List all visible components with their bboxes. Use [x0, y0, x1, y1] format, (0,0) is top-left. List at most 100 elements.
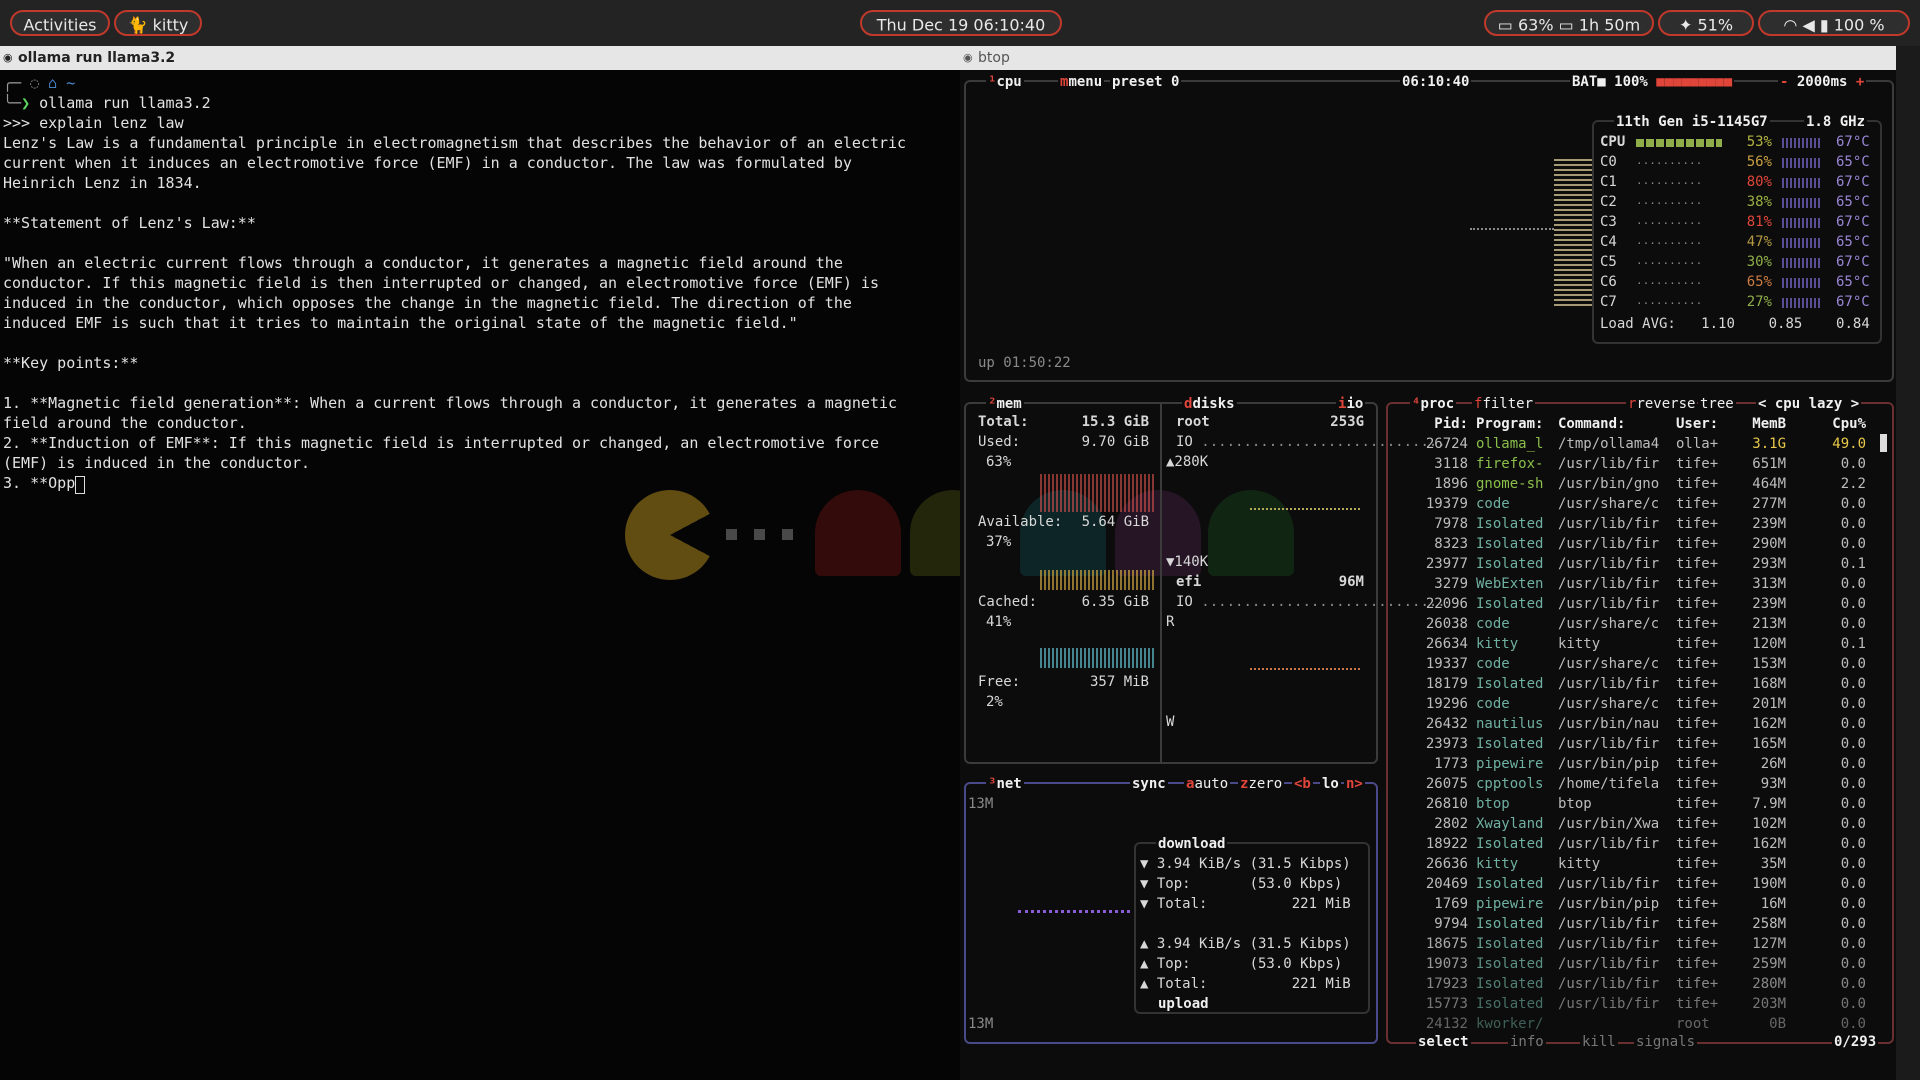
cpu-box-label[interactable]: ¹cpu — [986, 74, 1024, 90]
proc-row[interactable]: 19379 code/usr/share/c tife+ 277M 0.0 — [1398, 494, 1866, 514]
net-next-iface[interactable]: n> — [1344, 776, 1365, 792]
proc-header-command[interactable]: Command: — [1558, 414, 1676, 434]
proc-header-cpu[interactable]: Cpu% — [1786, 414, 1866, 434]
proc-row[interactable]: 26636 kitty kitty tife+ 35M 0.0 — [1398, 854, 1866, 874]
proc-row[interactable]: 23973 Isolated/usr/lib/fir tife+ 165M 0.0 — [1398, 734, 1866, 754]
desktop-edge — [1896, 46, 1920, 1080]
proc-cell: 0.0 — [1840, 516, 1866, 532]
proc-row[interactable]: 26075 cpptools/home/tifela tife+ 93M 0.0 — [1398, 774, 1866, 794]
proc-row[interactable]: 20469 Isolated/usr/lib/fir tife+ 190M 0.0 — [1398, 874, 1866, 894]
cpu-temp-graph — [1782, 278, 1822, 288]
mem-free-label: Free: — [978, 674, 1021, 690]
proc-row[interactable]: 19296 code/usr/share/c tife+ 201M 0.0 — [1398, 694, 1866, 714]
output-line: 1. **Magnetic field generation**: When a… — [3, 394, 898, 412]
proc-cell: 17923 — [1425, 976, 1468, 992]
cpu-model: 11th Gen i5-1145G7 — [1614, 114, 1770, 130]
proc-row[interactable]: 8323 Isolated/usr/lib/fir tife+ 290M 0.0 — [1398, 534, 1866, 554]
proc-cell: 190M — [1752, 876, 1786, 892]
proc-info[interactable]: info — [1508, 1034, 1546, 1050]
system-monitor-indicator[interactable]: ▭ 63% ▭ 1h 50m — [1484, 10, 1654, 36]
cpu-core-pct: 80% — [1746, 174, 1772, 190]
proc-cell: 0.0 — [1840, 496, 1866, 512]
brightness-indicator[interactable]: ✦ 51% — [1658, 10, 1754, 36]
proc-row[interactable]: 18179 Isolated/usr/lib/fir tife+ 168M 0.0 — [1398, 674, 1866, 694]
proc-row[interactable]: 22096 Isolated/usr/lib/fir tife+ 239M 0.0 — [1398, 594, 1866, 614]
proc-row[interactable]: 19073 Isolated/usr/lib/fir tife+ 259M 0.0 — [1398, 954, 1866, 974]
proc-row[interactable]: 23977 Isolated/usr/lib/fir tife+ 293M 0.1 — [1398, 554, 1866, 574]
left-window-titlebar[interactable]: ◉ ollama run llama3.2 — [0, 46, 960, 70]
mem-total: Total: — [978, 414, 1029, 430]
mem-free-pct: 2% — [986, 694, 1003, 710]
proc-header-program[interactable]: Program: — [1468, 414, 1558, 434]
proc-cell: tife+ — [1676, 716, 1719, 732]
mem-cached-graph — [1040, 648, 1155, 668]
proc-header-pid[interactable]: Pid: — [1398, 414, 1468, 434]
proc-box-label[interactable]: ⁴proc — [1410, 396, 1457, 412]
kitty-app-button[interactable]: 🐈 kitty — [114, 10, 202, 36]
cpu-core-temp: 65°C — [1836, 154, 1870, 170]
proc-row[interactable]: 2802 Xwayland/usr/bin/Xwa tife+ 102M 0.0 — [1398, 814, 1866, 834]
net-zero-toggle[interactable]: zzero — [1238, 776, 1285, 792]
proc-sort[interactable]: < cpu lazy > — [1756, 396, 1862, 412]
proc-row[interactable]: 9794 Isolated/usr/lib/fir tife+ 258M 0.0 — [1398, 914, 1866, 934]
proc-cell: 93M — [1760, 776, 1786, 792]
proc-row[interactable]: 15773 Isolated/usr/lib/fir tife+ 203M 0.0 — [1398, 994, 1866, 1014]
output-line: conductor. If this magnetic field is the… — [3, 274, 879, 292]
proc-kill[interactable]: kill — [1580, 1034, 1618, 1050]
net-iface: lo — [1320, 776, 1341, 792]
proc-row[interactable]: 1896 gnome-sh/usr/bin/gno tife+ 464M 2.2 — [1398, 474, 1866, 494]
proc-filter[interactable]: ffilter — [1472, 396, 1536, 412]
net-box-label[interactable]: ³net — [986, 776, 1024, 792]
proc-cell: firefox- — [1476, 456, 1544, 472]
proc-row[interactable]: 26038 code/usr/share/c tife+ 213M 0.0 — [1398, 614, 1866, 634]
proc-header-user[interactable]: User: — [1676, 414, 1734, 434]
proc-signals[interactable]: signals — [1634, 1034, 1698, 1050]
net-sync-toggle[interactable]: sync — [1130, 776, 1168, 792]
proc-row[interactable]: 26810 btop btop tife+ 7.9M 0.0 — [1398, 794, 1866, 814]
output-line: >>> explain lenz law — [3, 114, 184, 132]
mem-box-label[interactable]: ²mem — [986, 396, 1024, 412]
mem-avail-value: 5.64 GiB — [1081, 514, 1149, 530]
cpu-core-pct: 30% — [1746, 254, 1772, 270]
top-bar: Activities 🐈 kitty Thu Dec 19 06:10:40 ▭… — [0, 0, 1920, 46]
proc-row[interactable]: 1773 pipewire/usr/bin/pip tife+ 26M 0.0 — [1398, 754, 1866, 774]
proc-row[interactable]: 3279 WebExten/usr/lib/fir tife+ 313M 0.0 — [1398, 574, 1866, 594]
proc-cell: 24132 — [1425, 1016, 1468, 1032]
proc-row[interactable]: 18922 Isolated/usr/lib/fir tife+ 162M 0.0 — [1398, 834, 1866, 854]
interval-control[interactable]: - 2000ms + — [1778, 74, 1867, 90]
net-auto-toggle[interactable]: aauto — [1184, 776, 1231, 792]
proc-reverse[interactable]: rreverse — [1626, 396, 1698, 412]
preset-button[interactable]: preset 0 — [1110, 74, 1182, 90]
cpu-core-pct: 81% — [1746, 214, 1772, 230]
proc-row[interactable]: 26432 nautilus/usr/bin/nau tife+ 162M 0.0 — [1398, 714, 1866, 734]
system-status-menu[interactable]: ◠ ◀ ▮ 100 % — [1758, 10, 1910, 36]
proc-cell: 0.0 — [1840, 836, 1866, 852]
clock-button[interactable]: Thu Dec 19 06:10:40 — [860, 10, 1062, 36]
process-table[interactable]: Pid: Program: Command: User: MemB Cpu% 26724 o… — [1398, 414, 1866, 1034]
proc-row[interactable]: 3118 firefox- /usr/lib/fir tife+ 651M 0.0 — [1398, 454, 1866, 474]
proc-tree[interactable]: tree — [1698, 396, 1736, 412]
io-toggle[interactable]: iio — [1336, 396, 1366, 412]
proc-cell: 0.0 — [1840, 956, 1866, 972]
proc-scrollbar[interactable] — [1880, 434, 1887, 452]
proc-row[interactable]: 19337 code/usr/share/c tife+ 153M 0.0 — [1398, 654, 1866, 674]
terminal-ollama[interactable]: ╭─ ◌ ⌂ ~ ╰─❯ ollama run llama3.2 >>> exp… — [0, 70, 996, 1080]
proc-row[interactable]: 18675 Isolated/usr/lib/fir tife+ 127M 0.0 — [1398, 934, 1866, 954]
disks-label[interactable]: ddisks — [1182, 396, 1237, 412]
proc-header-memb[interactable]: MemB — [1734, 414, 1786, 434]
proc-cell: /usr/lib/fir — [1558, 836, 1660, 852]
proc-cell: 0.1 — [1840, 556, 1866, 572]
activities-button[interactable]: Activities — [10, 10, 110, 36]
menu-button[interactable]: mmenu — [1058, 74, 1105, 90]
proc-row[interactable]: 26724 ollama_l/tmp/ollama4 olla+ 3.1G 49.0 — [1398, 434, 1866, 454]
proc-cell: nautilus — [1476, 716, 1544, 732]
net-prev-iface[interactable]: <b — [1292, 776, 1313, 792]
btop-window-titlebar[interactable]: ◉ btop — [960, 46, 1896, 70]
proc-row[interactable]: 7978 Isolated/usr/lib/fir tife+ 239M 0.0 — [1398, 514, 1866, 534]
proc-select[interactable]: select — [1416, 1034, 1471, 1050]
proc-row[interactable]: 1769 pipewire/usr/bin/pip tife+ 16M 0.0 — [1398, 894, 1866, 914]
proc-row[interactable]: 17923 Isolated/usr/lib/fir tife+ 280M 0.0 — [1398, 974, 1866, 994]
cpu-core-pct: 53% — [1746, 134, 1772, 150]
proc-row[interactable]: 24132 kworker/root 0B 0.0 — [1398, 1014, 1866, 1034]
proc-row[interactable]: 26634 kitty kitty tife+ 120M 0.1 — [1398, 634, 1866, 654]
